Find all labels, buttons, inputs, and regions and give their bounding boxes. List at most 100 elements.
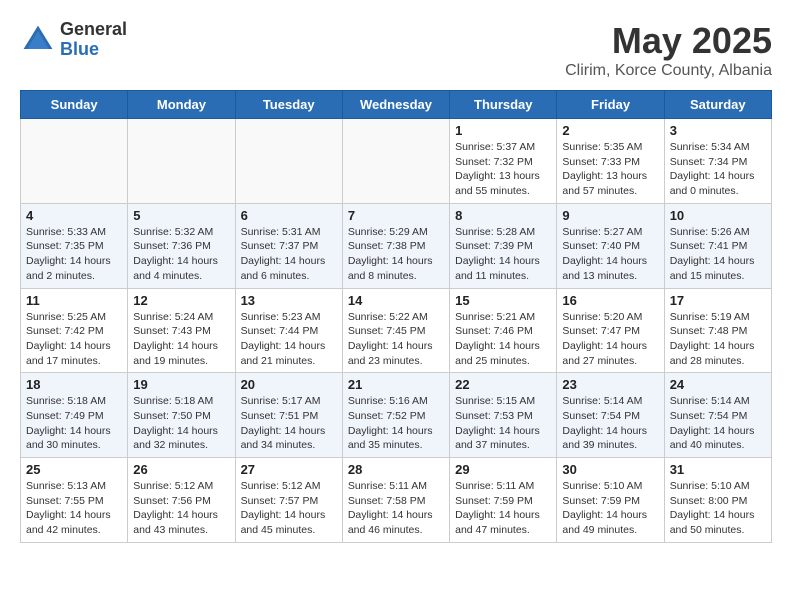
day-number: 18 [26, 377, 122, 392]
location-subtitle: Clirim, Korce County, Albania [565, 62, 772, 80]
day-info: Sunrise: 5:16 AMSunset: 7:52 PMDaylight:… [348, 394, 444, 453]
day-info: Sunrise: 5:22 AMSunset: 7:45 PMDaylight:… [348, 310, 444, 369]
day-info: Sunrise: 5:35 AMSunset: 7:33 PMDaylight:… [562, 140, 658, 199]
calendar-day-cell: 24 Sunrise: 5:14 AMSunset: 7:54 PMDayligh… [664, 373, 771, 458]
calendar-day-cell: 14 Sunrise: 5:22 AMSunset: 7:45 PMDayligh… [342, 288, 449, 373]
day-info: Sunrise: 5:18 AMSunset: 7:50 PMDaylight:… [133, 394, 229, 453]
day-info: Sunrise: 5:10 AMSunset: 8:00 PMDaylight:… [670, 479, 766, 538]
calendar-day-cell [21, 119, 128, 204]
day-info: Sunrise: 5:31 AMSunset: 7:37 PMDaylight:… [241, 225, 337, 284]
calendar-day-cell: 13 Sunrise: 5:23 AMSunset: 7:44 PMDayligh… [235, 288, 342, 373]
calendar-day-cell: 6Sunrise: 5:31 AMSunset: 7:37 PMDaylight… [235, 203, 342, 288]
day-number: 13 [241, 293, 337, 308]
day-header-thursday: Thursday [450, 91, 557, 119]
calendar-day-cell: 27 Sunrise: 5:12 AMSunset: 7:57 PMDayligh… [235, 458, 342, 543]
day-number: 20 [241, 377, 337, 392]
day-number: 7 [348, 208, 444, 223]
calendar-day-cell: 2 Sunrise: 5:35 AMSunset: 7:33 PMDaylight… [557, 119, 664, 204]
logo-general-text: General [60, 20, 127, 40]
day-header-monday: Monday [128, 91, 235, 119]
day-number: 10 [670, 208, 766, 223]
day-info: Sunrise: 5:12 AMSunset: 7:57 PMDaylight:… [241, 479, 337, 538]
logo-blue-text: Blue [60, 40, 127, 60]
calendar-week-row: 25 Sunrise: 5:13 AMSunset: 7:55 PMDayligh… [21, 458, 772, 543]
calendar-day-cell: 29 Sunrise: 5:11 AMSunset: 7:59 PMDayligh… [450, 458, 557, 543]
calendar-day-cell: 25 Sunrise: 5:13 AMSunset: 7:55 PMDayligh… [21, 458, 128, 543]
calendar-day-cell: 31 Sunrise: 5:10 AMSunset: 8:00 PMDayligh… [664, 458, 771, 543]
day-number: 2 [562, 123, 658, 138]
day-number: 11 [26, 293, 122, 308]
day-info: Sunrise: 5:13 AMSunset: 7:55 PMDaylight:… [26, 479, 122, 538]
day-header-tuesday: Tuesday [235, 91, 342, 119]
day-info: Sunrise: 5:21 AMSunset: 7:46 PMDaylight:… [455, 310, 551, 369]
day-info: Sunrise: 5:25 AMSunset: 7:42 PMDaylight:… [26, 310, 122, 369]
day-info: Sunrise: 5:24 AMSunset: 7:43 PMDaylight:… [133, 310, 229, 369]
calendar-day-cell: 9Sunrise: 5:27 AMSunset: 7:40 PMDaylight… [557, 203, 664, 288]
day-number: 3 [670, 123, 766, 138]
day-info: Sunrise: 5:29 AMSunset: 7:38 PMDaylight:… [348, 225, 444, 284]
calendar-day-cell: 22 Sunrise: 5:15 AMSunset: 7:53 PMDayligh… [450, 373, 557, 458]
day-number: 14 [348, 293, 444, 308]
calendar-day-cell: 17Sunrise: 5:19 AMSunset: 7:48 PMDayligh… [664, 288, 771, 373]
day-info: Sunrise: 5:34 AMSunset: 7:34 PMDaylight:… [670, 140, 766, 199]
calendar-day-cell: 16 Sunrise: 5:20 AMSunset: 7:47 PMDayligh… [557, 288, 664, 373]
calendar-day-cell [235, 119, 342, 204]
calendar-day-cell: 28Sunrise: 5:11 AMSunset: 7:58 PMDayligh… [342, 458, 449, 543]
day-info: Sunrise: 5:26 AMSunset: 7:41 PMDaylight:… [670, 225, 766, 284]
day-number: 16 [562, 293, 658, 308]
logo-icon [20, 22, 56, 58]
calendar-day-cell [342, 119, 449, 204]
day-number: 31 [670, 462, 766, 477]
calendar-day-cell: 7 Sunrise: 5:29 AMSunset: 7:38 PMDaylight… [342, 203, 449, 288]
logo: General Blue [20, 20, 127, 60]
calendar-day-cell: 3 Sunrise: 5:34 AMSunset: 7:34 PMDaylight… [664, 119, 771, 204]
day-info: Sunrise: 5:28 AMSunset: 7:39 PMDaylight:… [455, 225, 551, 284]
day-number: 30 [562, 462, 658, 477]
month-title: May 2025 [565, 20, 772, 62]
day-number: 9 [562, 208, 658, 223]
day-number: 19 [133, 377, 229, 392]
calendar-day-cell: 21Sunrise: 5:16 AMSunset: 7:52 PMDayligh… [342, 373, 449, 458]
calendar-week-row: 11 Sunrise: 5:25 AMSunset: 7:42 PMDayligh… [21, 288, 772, 373]
day-number: 1 [455, 123, 551, 138]
day-number: 25 [26, 462, 122, 477]
day-header-saturday: Saturday [664, 91, 771, 119]
day-number: 26 [133, 462, 229, 477]
day-number: 8 [455, 208, 551, 223]
day-info: Sunrise: 5:20 AMSunset: 7:47 PMDaylight:… [562, 310, 658, 369]
calendar-day-cell: 1Sunrise: 5:37 AMSunset: 7:32 PMDaylight… [450, 119, 557, 204]
day-number: 4 [26, 208, 122, 223]
calendar-table: SundayMondayTuesdayWednesdayThursdayFrid… [20, 90, 772, 543]
calendar-day-cell: 19 Sunrise: 5:18 AMSunset: 7:50 PMDayligh… [128, 373, 235, 458]
day-number: 5 [133, 208, 229, 223]
calendar-week-row: 18 Sunrise: 5:18 AMSunset: 7:49 PMDayligh… [21, 373, 772, 458]
calendar-day-cell: 26 Sunrise: 5:12 AMSunset: 7:56 PMDayligh… [128, 458, 235, 543]
calendar-day-cell: 15Sunrise: 5:21 AMSunset: 7:46 PMDayligh… [450, 288, 557, 373]
day-info: Sunrise: 5:17 AMSunset: 7:51 PMDaylight:… [241, 394, 337, 453]
day-info: Sunrise: 5:10 AMSunset: 7:59 PMDaylight:… [562, 479, 658, 538]
day-number: 23 [562, 377, 658, 392]
day-header-wednesday: Wednesday [342, 91, 449, 119]
day-info: Sunrise: 5:15 AMSunset: 7:53 PMDaylight:… [455, 394, 551, 453]
day-info: Sunrise: 5:18 AMSunset: 7:49 PMDaylight:… [26, 394, 122, 453]
day-info: Sunrise: 5:14 AMSunset: 7:54 PMDaylight:… [562, 394, 658, 453]
calendar-day-cell: 30 Sunrise: 5:10 AMSunset: 7:59 PMDayligh… [557, 458, 664, 543]
day-info: Sunrise: 5:14 AMSunset: 7:54 PMDaylight:… [670, 394, 766, 453]
day-number: 29 [455, 462, 551, 477]
day-info: Sunrise: 5:12 AMSunset: 7:56 PMDaylight:… [133, 479, 229, 538]
day-number: 27 [241, 462, 337, 477]
calendar-day-cell: 5Sunrise: 5:32 AMSunset: 7:36 PMDaylight… [128, 203, 235, 288]
day-number: 24 [670, 377, 766, 392]
calendar-day-cell: 11 Sunrise: 5:25 AMSunset: 7:42 PMDayligh… [21, 288, 128, 373]
day-header-sunday: Sunday [21, 91, 128, 119]
calendar-day-cell [128, 119, 235, 204]
day-number: 17 [670, 293, 766, 308]
title-block: May 2025 Clirim, Korce County, Albania [565, 20, 772, 80]
day-number: 22 [455, 377, 551, 392]
day-info: Sunrise: 5:33 AMSunset: 7:35 PMDaylight:… [26, 225, 122, 284]
day-info: Sunrise: 5:11 AMSunset: 7:59 PMDaylight:… [455, 479, 551, 538]
calendar-day-cell: 12Sunrise: 5:24 AMSunset: 7:43 PMDayligh… [128, 288, 235, 373]
calendar-day-cell: 8 Sunrise: 5:28 AMSunset: 7:39 PMDaylight… [450, 203, 557, 288]
day-info: Sunrise: 5:23 AMSunset: 7:44 PMDaylight:… [241, 310, 337, 369]
calendar-day-cell: 18 Sunrise: 5:18 AMSunset: 7:49 PMDayligh… [21, 373, 128, 458]
